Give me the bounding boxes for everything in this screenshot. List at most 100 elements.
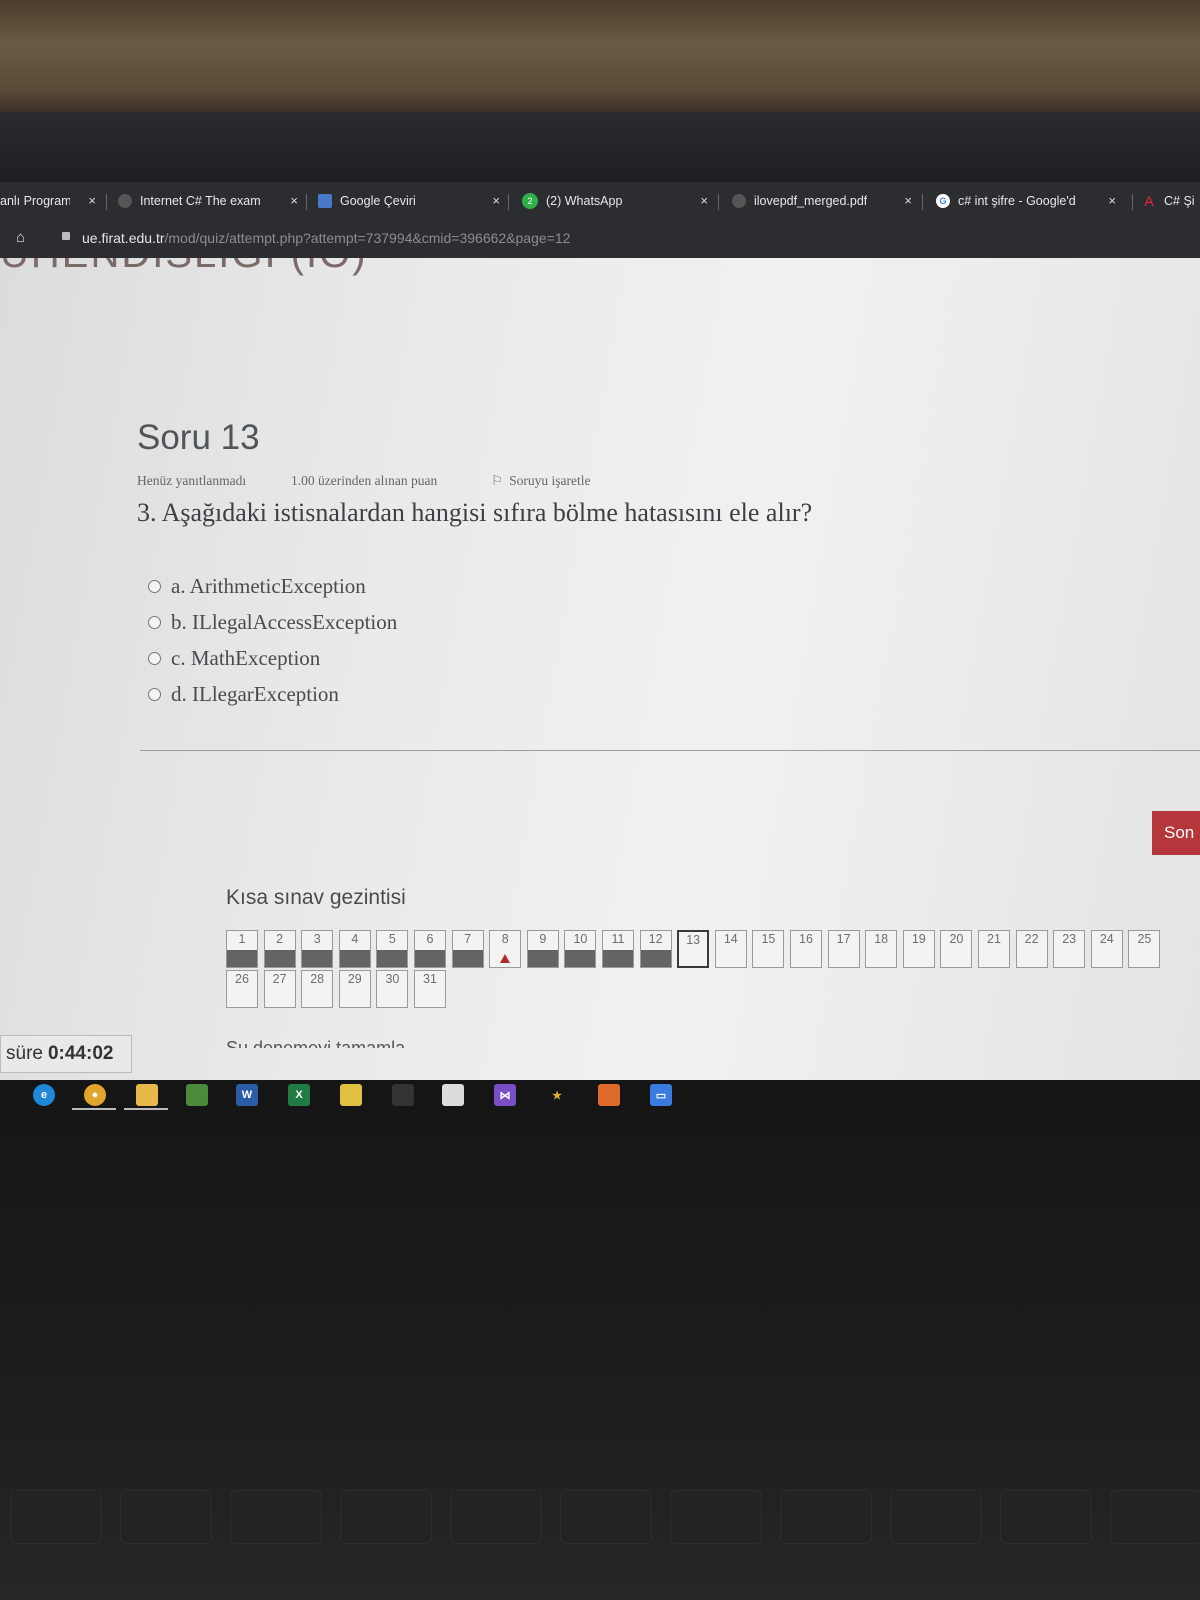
radio-button[interactable]	[148, 651, 161, 665]
question-nav-number: 24	[1099, 932, 1114, 946]
app-icon: A	[1144, 193, 1154, 209]
question-nav-button[interactable]: 10	[564, 930, 597, 968]
timer-value: 0:44:02	[47, 1043, 114, 1064]
question-nav-button[interactable]: 3	[301, 930, 334, 968]
question-nav-number: 15	[761, 932, 776, 946]
question-nav-button[interactable]: 20	[940, 930, 973, 968]
close-icon[interactable]: ×	[88, 193, 96, 208]
explorer-icon[interactable]	[136, 1084, 158, 1106]
box-icon[interactable]	[442, 1084, 464, 1106]
flag-marker-icon	[500, 954, 511, 963]
question-nav-number: 10	[573, 932, 588, 946]
question-nav-button[interactable]: 24	[1090, 930, 1123, 968]
question-nav-button[interactable]: 9	[526, 930, 559, 968]
question-nav-button[interactable]: 16	[790, 930, 822, 968]
star-icon[interactable]: ★	[546, 1084, 568, 1106]
visual-studio-icon[interactable]: ⋈	[494, 1084, 516, 1106]
question-nav-number: 2	[276, 932, 284, 946]
answered-indicator	[264, 950, 295, 967]
question-nav-button[interactable]: 26	[226, 970, 258, 1008]
question-nav-button[interactable]: 23	[1053, 930, 1086, 968]
option-label: a. ArithmeticException	[171, 573, 366, 598]
close-icon[interactable]: ×	[290, 193, 298, 208]
edge-icon[interactable]: e	[33, 1084, 55, 1106]
question-nav-number: 29	[347, 972, 362, 986]
question-nav-button[interactable]: 14	[714, 930, 747, 968]
monitor-bezel	[0, 112, 1200, 182]
address-bar: ⌂ ue.firat.edu.tr/mod/quiz/attempt.php?a…	[0, 220, 1200, 258]
question-nav-number: 23	[1062, 932, 1077, 946]
radio-button[interactable]	[148, 615, 161, 629]
question-nav-button[interactable]: 6	[414, 930, 446, 968]
answered-indicator	[227, 950, 257, 967]
question-nav-button[interactable]: 7	[451, 930, 484, 968]
question-nav-button[interactable]: 27	[263, 970, 296, 1008]
question-nav-number: 19	[911, 932, 926, 946]
question-nav-button[interactable]: 11	[602, 930, 634, 968]
question-nav-button[interactable]: 13	[677, 930, 710, 968]
next-page-button[interactable]: Son	[1152, 811, 1200, 855]
question-nav-button[interactable]: 1	[226, 930, 258, 968]
question-nav-number: 26	[235, 972, 249, 986]
google-icon: G	[936, 194, 950, 208]
tab-ilovepdf[interactable]: ilovepdf_merged.pdf ×	[732, 188, 912, 214]
app-icon[interactable]	[598, 1084, 620, 1106]
chrome-icon[interactable]: ●	[84, 1084, 106, 1106]
tab-whatsapp[interactable]: 2 (2) WhatsApp ×	[522, 188, 708, 214]
close-icon[interactable]: ×	[492, 193, 500, 208]
question-nav-button[interactable]: 12	[639, 930, 672, 968]
tab-csharp[interactable]: A C# Şi	[1142, 188, 1200, 214]
question-nav-button[interactable]: 5	[376, 930, 409, 968]
answered-indicator	[565, 950, 596, 967]
url-field[interactable]: ue.firat.edu.tr/mod/quiz/attempt.php?att…	[82, 230, 570, 246]
question-nav-button[interactable]: 4	[338, 930, 371, 968]
terminal-icon[interactable]	[392, 1084, 414, 1106]
close-icon[interactable]: ×	[904, 193, 912, 208]
answer-option-a[interactable]: a. ArithmeticException	[148, 572, 366, 600]
question-nav-number: 27	[272, 972, 287, 986]
question-nav-button[interactable]: 17	[827, 930, 860, 968]
word-icon[interactable]: W	[236, 1084, 258, 1106]
close-icon[interactable]: ×	[700, 193, 708, 208]
question-nav-button[interactable]: 18	[865, 930, 898, 968]
finish-attempt-link[interactable]: Su denemeyi tamamla	[226, 1038, 405, 1048]
zoom-icon[interactable]: ▭	[650, 1084, 672, 1106]
answer-option-c[interactable]: c. MathException	[148, 644, 320, 672]
question-nav-button[interactable]: 28	[301, 970, 334, 1008]
laptop-keyboard	[0, 1110, 1200, 1600]
home-icon[interactable]: ⌂	[16, 229, 25, 246]
answered-indicator	[527, 950, 558, 967]
question-nav-button[interactable]: 30	[376, 970, 409, 1008]
radio-button[interactable]	[148, 687, 161, 701]
question-nav-number: 13	[686, 933, 701, 947]
question-nav-button[interactable]: 22	[1015, 930, 1048, 968]
radio-button[interactable]	[148, 579, 161, 593]
question-nav-button[interactable]: 29	[338, 970, 371, 1008]
question-nav-button[interactable]: 2	[263, 930, 296, 968]
tab-divider	[1132, 194, 1133, 210]
tab-program[interactable]: anlı Program ×	[0, 188, 96, 214]
excel-icon[interactable]: X	[288, 1084, 310, 1106]
library-icon[interactable]	[186, 1084, 208, 1106]
tab-internet-csharp[interactable]: Internet C# The exam ×	[118, 188, 298, 214]
tab-google-translate[interactable]: Google Çeviri ×	[318, 188, 500, 214]
answer-option-d[interactable]: d. ILlegarException	[148, 680, 339, 708]
question-nav-button[interactable]: 19	[902, 930, 935, 968]
timer-label: süre	[6, 1043, 43, 1064]
question-nav-button[interactable]: 8	[489, 930, 522, 968]
notes-icon[interactable]	[340, 1084, 362, 1106]
question-text: 3. Aşağıdaki istisnalardan hangisi sıfır…	[137, 498, 813, 527]
keyboard-key	[120, 1490, 212, 1544]
question-nav-button[interactable]: 31	[414, 970, 446, 1008]
tab-google-search[interactable]: G c# int şifre - Google'd ×	[936, 188, 1116, 214]
keyboard-key	[10, 1490, 102, 1544]
flag-question-link[interactable]: ⚐ Soruyu işaretle	[491, 473, 590, 489]
flag-icon: ⚐	[491, 473, 504, 488]
question-nav-button[interactable]: 25	[1128, 930, 1161, 968]
question-nav-button[interactable]: 15	[752, 930, 785, 968]
answer-option-b[interactable]: b. ILlegalAccessException	[148, 608, 397, 636]
question-nav-button[interactable]: 21	[978, 930, 1010, 968]
keyboard-key	[670, 1490, 762, 1544]
keyboard-key	[1000, 1490, 1092, 1544]
close-icon[interactable]: ×	[1108, 193, 1116, 208]
